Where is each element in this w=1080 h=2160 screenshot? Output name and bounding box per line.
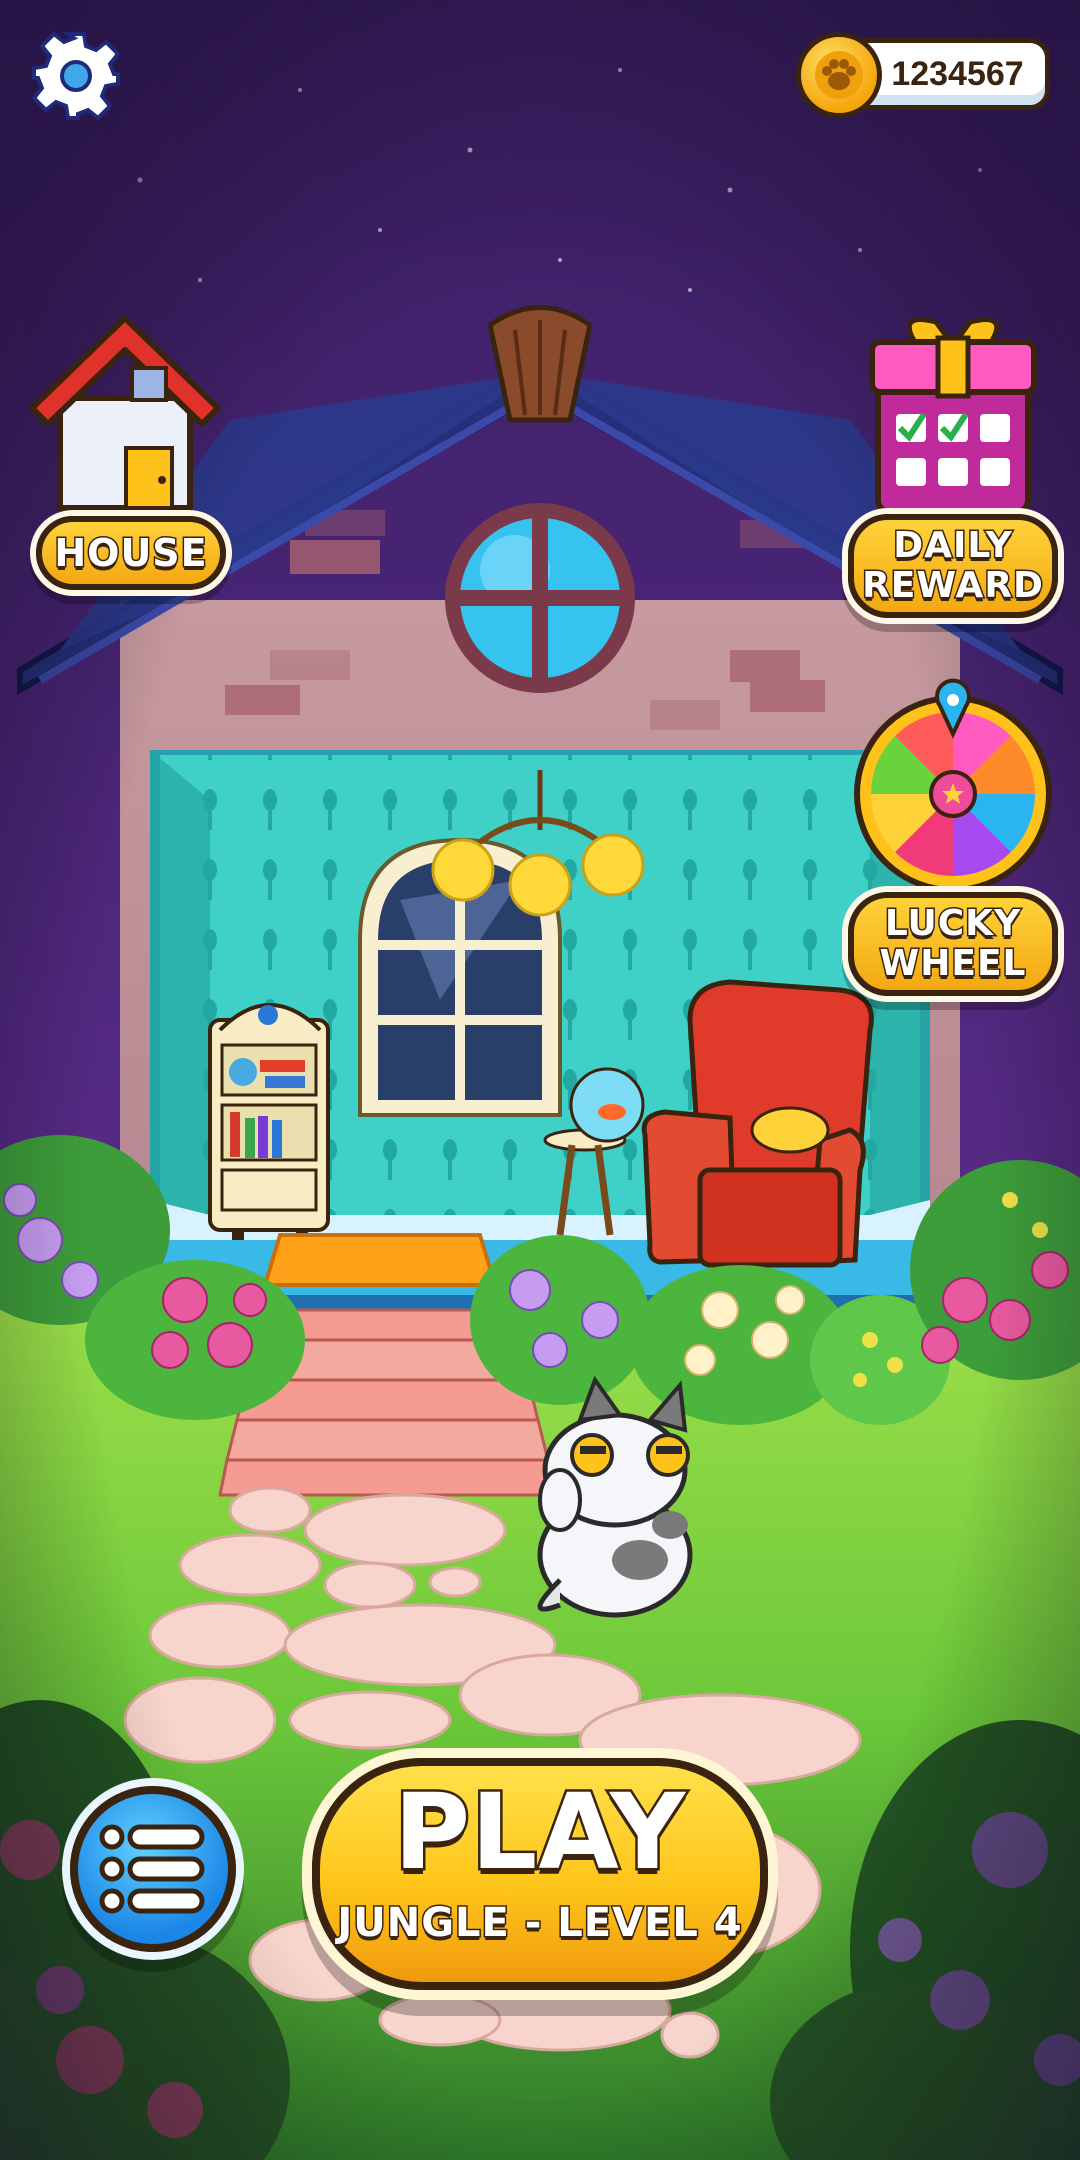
daily-reward-line1: DAILY <box>892 524 1014 567</box>
house-button[interactable]: HOUSE <box>22 298 228 598</box>
menu-button[interactable] <box>70 1786 236 1952</box>
daily-reward-label-pill: DAILY REWARD <box>848 514 1058 618</box>
house-label-pill: HOUSE <box>36 516 226 590</box>
list-menu-icon <box>99 1824 205 1914</box>
lucky-wheel-line2: WHEEL <box>878 942 1027 985</box>
coin-amount: 1234567 <box>891 55 1024 93</box>
settings-button[interactable] <box>30 30 122 122</box>
lucky-wheel-label-pill: LUCKY WHEEL <box>848 892 1058 996</box>
lucky-wheel-icon <box>854 678 1052 892</box>
paw-coin-icon <box>796 32 882 118</box>
gift-calendar-icon <box>869 317 1037 515</box>
lucky-wheel-button[interactable]: LUCKY WHEEL <box>848 670 1058 1020</box>
daily-reward-line2: REWARD <box>861 564 1045 607</box>
gear-icon <box>31 31 121 121</box>
house-icon <box>29 315 221 511</box>
play-label: PLAY <box>391 1770 687 1895</box>
play-level-subtitle: JUNGLE - LEVEL 4 <box>336 1899 743 1948</box>
daily-reward-button[interactable]: DAILY REWARD <box>848 302 1058 622</box>
lucky-wheel-line1: LUCKY <box>883 902 1022 945</box>
house-label: HOUSE <box>53 530 208 577</box>
